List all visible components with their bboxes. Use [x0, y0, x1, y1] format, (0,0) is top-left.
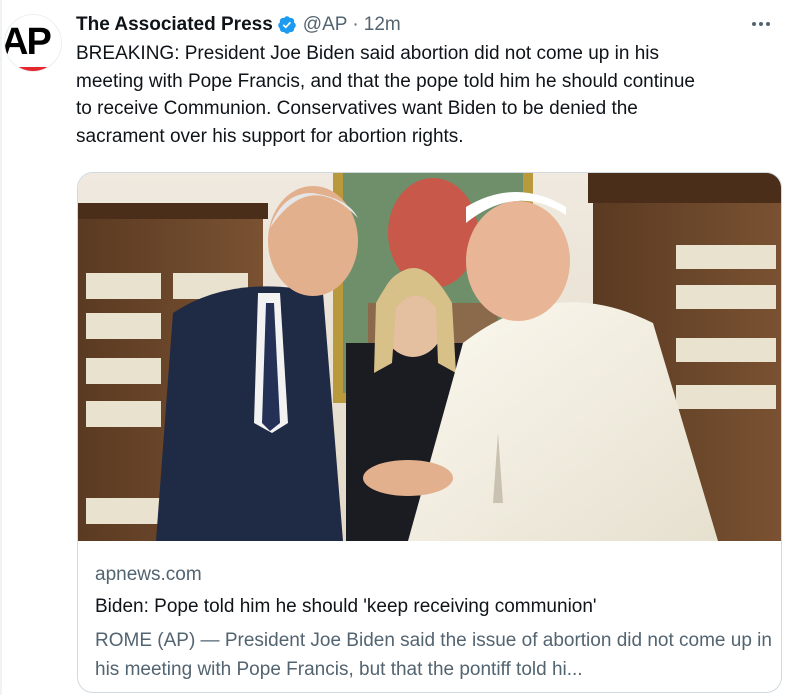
card-image[interactable]: [78, 173, 781, 541]
author-display-name[interactable]: The Associated Press: [76, 14, 273, 36]
avatar[interactable]: AP: [4, 14, 62, 72]
card-domain: apnews.com: [95, 564, 202, 585]
card-description: ROME (AP) — President Joe Biden said the…: [95, 630, 772, 680]
tweet-header: The Associated Press @AP · 12m: [76, 13, 401, 37]
link-card[interactable]: apnews.com Biden: Pope told him he shoul…: [77, 172, 782, 693]
verified-badge-icon: [277, 15, 297, 35]
tweet-timestamp[interactable]: 12m: [364, 14, 401, 36]
avatar-logo-bar: [5, 67, 61, 71]
timeline-divider: [0, 0, 2, 695]
author-handle[interactable]: @AP: [303, 14, 348, 36]
tweet-text: BREAKING: President Joe Biden said abort…: [76, 43, 695, 147]
avatar-logo-text: AP: [4, 21, 52, 63]
card-meta: apnews.com Biden: Pope told him he shoul…: [95, 563, 775, 684]
more-options-icon[interactable]: [749, 16, 773, 32]
card-title[interactable]: Biden: Pope told him he should 'keep rec…: [95, 595, 775, 619]
separator-dot: ·: [352, 14, 359, 35]
